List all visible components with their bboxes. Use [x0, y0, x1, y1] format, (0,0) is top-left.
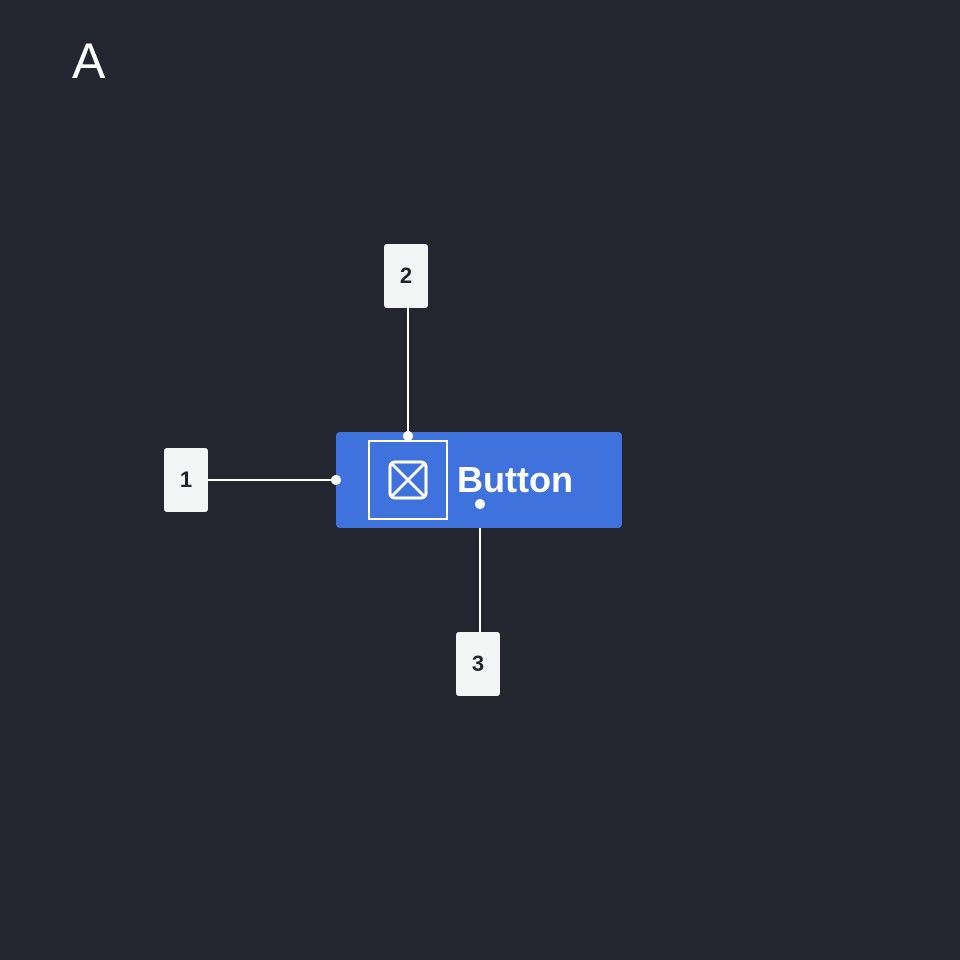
button-label: Button — [457, 459, 573, 500]
placeholder-image-icon — [388, 460, 428, 500]
callout-badge-2: 2 — [384, 244, 428, 308]
callout-number-3: 3 — [471, 651, 485, 676]
callout-number-1: 1 — [179, 467, 193, 492]
callout-number-2: 2 — [399, 263, 413, 288]
section-letter: A — [72, 33, 106, 89]
icon-frame — [368, 440, 448, 520]
callout-badge-1: 1 — [164, 448, 208, 512]
callout-badge-3: 3 — [456, 632, 500, 696]
example-button[interactable]: Button — [336, 432, 622, 528]
